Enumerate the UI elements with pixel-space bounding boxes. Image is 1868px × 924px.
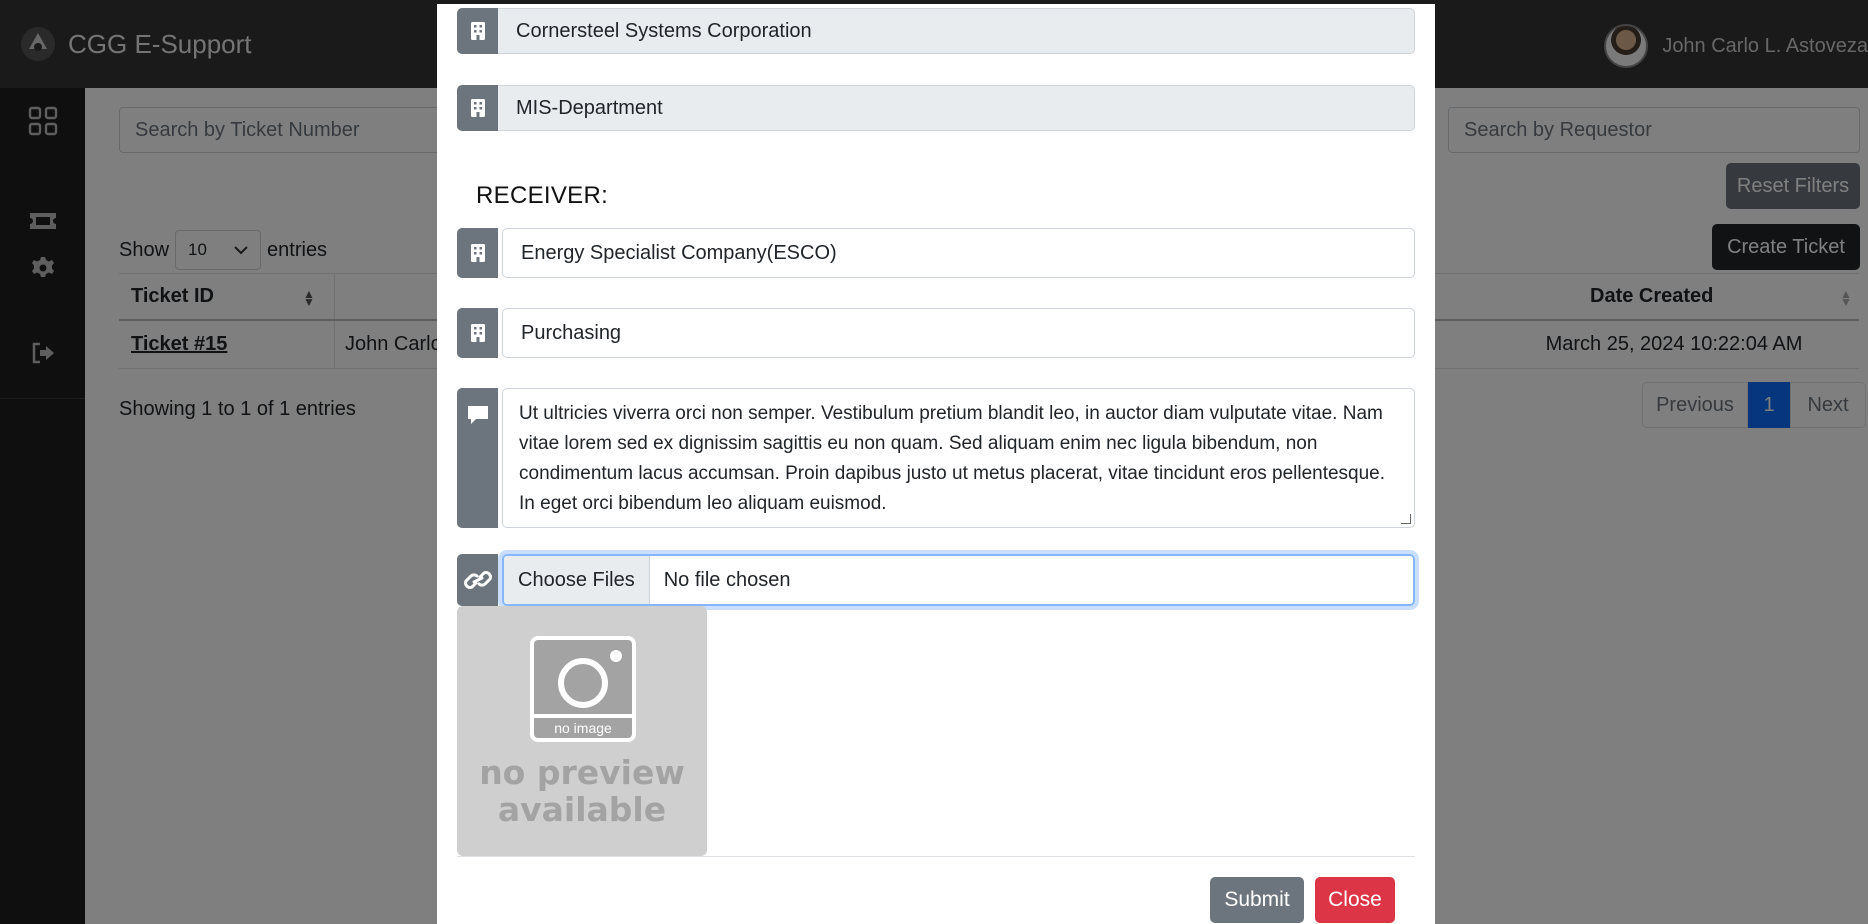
receiver-company-select[interactable]: Energy Specialist Company(ESCO) — [502, 228, 1415, 278]
file-status: No file chosen — [663, 568, 791, 591]
image-preview: no image no preview available — [457, 606, 707, 856]
camera-icon: no image — [530, 636, 636, 742]
sender-company-field: Cornersteel Systems Corporation — [498, 8, 1415, 54]
receiver-company-group: Energy Specialist Company(ESCO) — [457, 228, 1415, 278]
building-icon — [457, 8, 498, 54]
receiver-department-group: Purchasing — [457, 308, 1415, 358]
building-icon — [457, 85, 498, 131]
no-preview-text: no preview available — [479, 753, 685, 829]
link-icon — [457, 554, 498, 606]
modal-footer-divider — [457, 856, 1415, 857]
building-icon — [457, 308, 498, 358]
message-group: Ut ultricies viverra orci non semper. Ve… — [457, 388, 1415, 528]
building-icon — [457, 228, 498, 278]
comment-icon — [457, 388, 498, 528]
create-ticket-modal: Cornersteel Systems Corporation MIS-Depa… — [437, 4, 1435, 924]
file-input[interactable]: Choose Files No file chosen — [502, 554, 1415, 606]
submit-button[interactable]: Submit — [1210, 877, 1304, 923]
sender-company-group: Cornersteel Systems Corporation — [457, 8, 1415, 54]
sender-department-field: MIS-Department — [498, 85, 1415, 131]
receiver-department-select[interactable]: Purchasing — [502, 308, 1415, 358]
close-button[interactable]: Close — [1315, 877, 1395, 923]
message-text: Ut ultricies viverra orci non semper. Ve… — [519, 403, 1386, 514]
resize-handle-icon[interactable] — [1401, 514, 1411, 524]
choose-files-button[interactable]: Choose Files — [504, 556, 650, 604]
receiver-heading: RECEIVER: — [476, 182, 609, 209]
sender-department-group: MIS-Department — [457, 85, 1415, 131]
attachment-group: Choose Files No file chosen — [457, 554, 1415, 606]
no-image-badge: no image — [534, 714, 632, 738]
message-textarea[interactable]: Ut ultricies viverra orci non semper. Ve… — [502, 388, 1415, 528]
